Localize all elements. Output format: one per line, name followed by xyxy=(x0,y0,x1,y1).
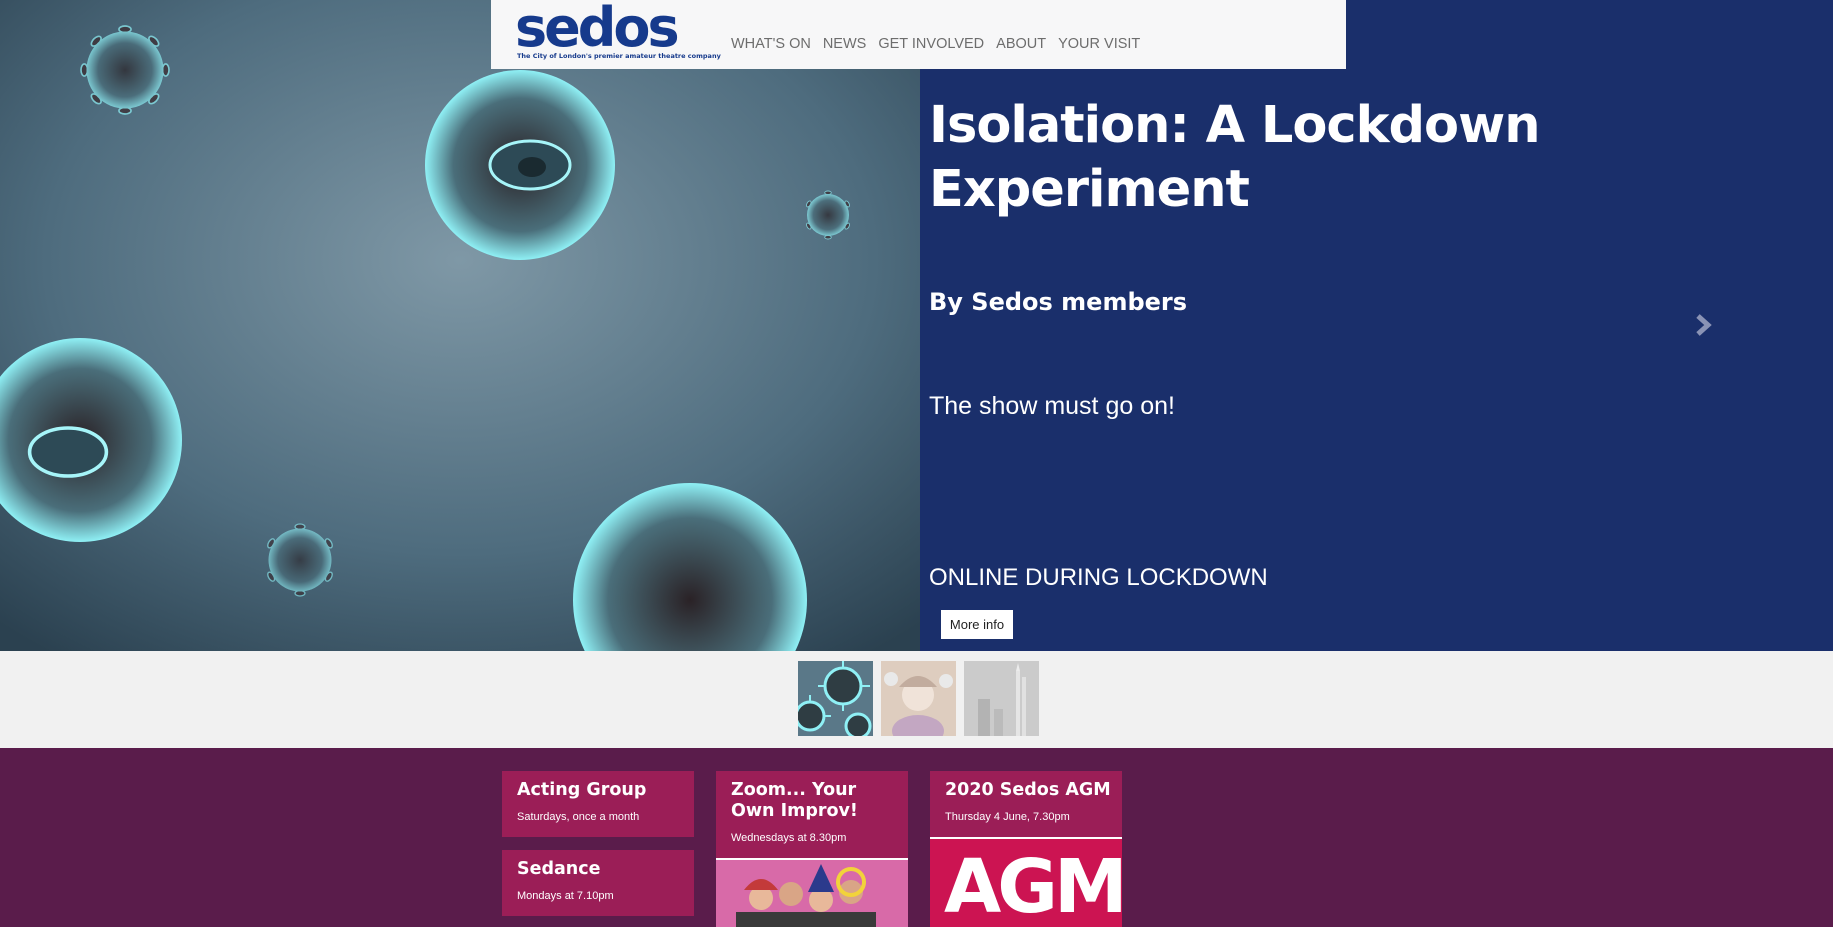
event-schedule: Wednesdays at 8.30pm xyxy=(731,832,847,844)
site-header: sedos The City of London's premier amate… xyxy=(491,0,1346,69)
logo-wordmark: sedos xyxy=(515,0,680,59)
carousel-thumbnails xyxy=(0,651,1833,748)
hero-image-virus xyxy=(0,0,920,651)
event-title: Sedance xyxy=(517,859,601,879)
event-card-sedos-agm[interactable]: 2020 Sedos AGM Thursday 4 June, 7.30pm A… xyxy=(930,771,1122,927)
improv-group-image xyxy=(716,858,908,927)
hero-carousel: Isolation: A Lockdown Experiment By Sedo… xyxy=(0,0,1833,651)
skyline-thumbnail[interactable] xyxy=(964,661,1039,736)
more-info-button[interactable]: More info xyxy=(941,610,1013,639)
main-nav: WHAT'S ON NEWS GET INVOLVED ABOUT YOUR V… xyxy=(731,36,1152,52)
show-byline: By Sedos members xyxy=(929,288,1188,316)
event-title: Zoom... Your Own Improv! xyxy=(731,780,858,821)
nav-item-news[interactable]: NEWS xyxy=(823,36,867,52)
event-title: 2020 Sedos AGM xyxy=(945,780,1111,800)
event-schedule: Mondays at 7.10pm xyxy=(517,890,614,902)
event-schedule: Saturdays, once a month xyxy=(517,811,640,823)
logo-tagline: The City of London's premier amateur the… xyxy=(517,52,721,60)
nav-item-whats-on[interactable]: WHAT'S ON xyxy=(731,36,811,52)
nav-item-your-visit[interactable]: YOUR VISIT xyxy=(1058,36,1140,52)
event-card-zoom-improv[interactable]: Zoom... Your Own Improv! Wednesdays at 8… xyxy=(716,771,908,927)
agm-image-text: AGM xyxy=(944,844,1122,927)
show-dates: ONLINE DURING LOCKDOWN xyxy=(929,564,1268,591)
show-tagline: The show must go on! xyxy=(929,392,1175,420)
sedos-logo[interactable]: sedos The City of London's premier amate… xyxy=(515,0,721,64)
event-title: Acting Group xyxy=(517,780,647,800)
performer-thumbnail[interactable] xyxy=(881,661,956,736)
nav-item-get-involved[interactable]: GET INVOLVED xyxy=(878,36,984,52)
nav-item-about[interactable]: ABOUT xyxy=(996,36,1046,52)
chevron-right-icon[interactable] xyxy=(1692,310,1716,340)
show-title: Isolation: A Lockdown Experiment xyxy=(929,96,1541,219)
agm-image: AGM xyxy=(930,837,1122,927)
event-schedule: Thursday 4 June, 7.30pm xyxy=(945,811,1070,823)
event-card-sedance[interactable]: Sedance Mondays at 7.10pm xyxy=(502,850,694,916)
virus-thumbnail[interactable] xyxy=(798,661,873,736)
events-section: Acting Group Saturdays, once a month Sed… xyxy=(0,748,1833,927)
event-card-acting-group[interactable]: Acting Group Saturdays, once a month xyxy=(502,771,694,837)
